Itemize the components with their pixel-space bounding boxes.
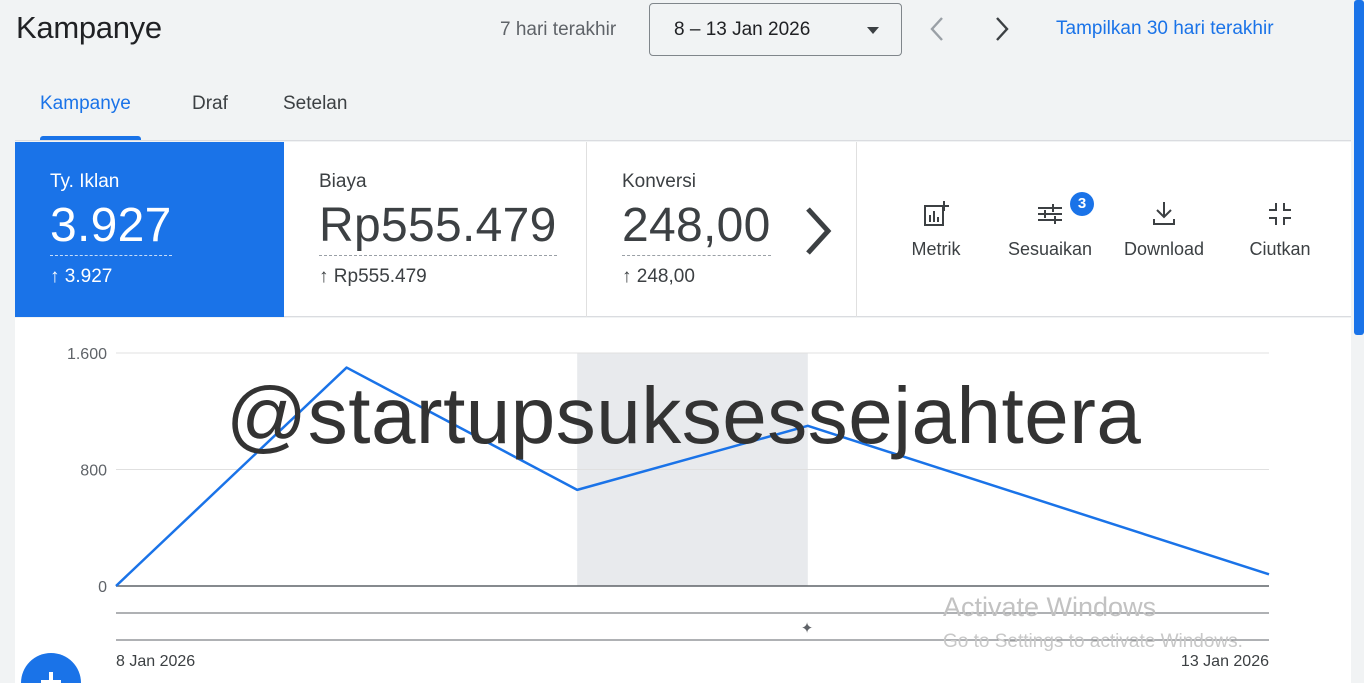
customize-label: Sesuaikan (1007, 239, 1093, 259)
campaigns-page: Kampanye 7 hari terakhir 8 – 13 Jan 2026… (0, 0, 1364, 683)
show-last-30-days-link[interactable]: Tampilkan 30 hari terakhir (1056, 18, 1274, 40)
x-tick-label: 8 Jan 2026 (116, 653, 195, 670)
x-tick-label: 13 Jan 2026 (1181, 653, 1269, 670)
activate-windows-title: Activate Windows (943, 592, 1157, 622)
scorecard-value: 248,00 (622, 198, 771, 256)
caret-down-icon (867, 27, 879, 34)
scorecard-cost[interactable]: Biaya Rp555.479 ↑ Rp555.479 (284, 142, 587, 317)
page-scrollbar[interactable] (1353, 0, 1364, 683)
metrics-button[interactable]: Metrik (881, 199, 991, 260)
scorecard-value: 3.927 (50, 198, 172, 256)
y-tick-label: 0 (98, 579, 107, 596)
tab-drafts[interactable]: Draf (192, 93, 228, 115)
download-icon (1153, 202, 1175, 225)
date-range-label: 7 hari terakhir (500, 19, 617, 40)
date-range-dropdown[interactable]: 8 – 13 Jan 2026 (649, 3, 902, 56)
tabs-divider (15, 140, 1351, 141)
chevron-left-icon (930, 17, 943, 41)
scorecard-delta: ↑ Rp555.479 (319, 266, 427, 287)
add-chart-icon (924, 201, 949, 226)
scorecard-delta: ↑ 248,00 (622, 266, 695, 287)
collapse-button[interactable]: Ciutkan (1225, 199, 1335, 260)
download-label: Download (1123, 239, 1205, 259)
scrollbar-thumb[interactable] (1354, 0, 1364, 335)
chevron-right-icon (806, 207, 832, 255)
activate-windows-subtitle: Go to Settings to activate Windows. (943, 631, 1243, 652)
y-tick-label: 800 (80, 463, 107, 480)
download-button[interactable]: Download (1109, 199, 1219, 260)
y-tick-label: 1.600 (67, 346, 107, 363)
metrics-label: Metrik (911, 239, 961, 259)
collapse-label: Ciutkan (1249, 239, 1311, 259)
filter-count-badge: 3 (1070, 192, 1094, 216)
tab-settings[interactable]: Setelan (283, 93, 347, 115)
more-scorecards-button[interactable] (798, 201, 838, 261)
scorecard-delta: ↑ 3.927 (50, 266, 113, 287)
watermark-text: @startupsuksessejahtera (226, 371, 1142, 460)
scorecard-label: Konversi (622, 171, 696, 192)
collapse-icon (1269, 203, 1291, 225)
next-period-button[interactable] (986, 14, 1016, 44)
page-title: Kampanye (16, 10, 162, 45)
sparkle-icon: ✦ (801, 620, 814, 637)
date-range-value: 8 – 13 Jan 2026 (674, 18, 811, 40)
previous-period-button[interactable] (923, 14, 953, 44)
scorecard-impressions[interactable]: Ty. Iklan 3.927 ↑ 3.927 (15, 142, 284, 317)
scorecards-panel: Ty. Iklan 3.927 ↑ 3.927 Biaya Rp555.479 … (15, 142, 1351, 317)
tab-campaigns[interactable]: Kampanye (40, 93, 131, 115)
chevron-right-icon (996, 17, 1009, 41)
scorecard-label: Biaya (319, 171, 367, 192)
sliders-icon (1038, 204, 1062, 224)
scorecard-value: Rp555.479 (319, 198, 557, 256)
scorecard-label: Ty. Iklan (50, 171, 120, 192)
